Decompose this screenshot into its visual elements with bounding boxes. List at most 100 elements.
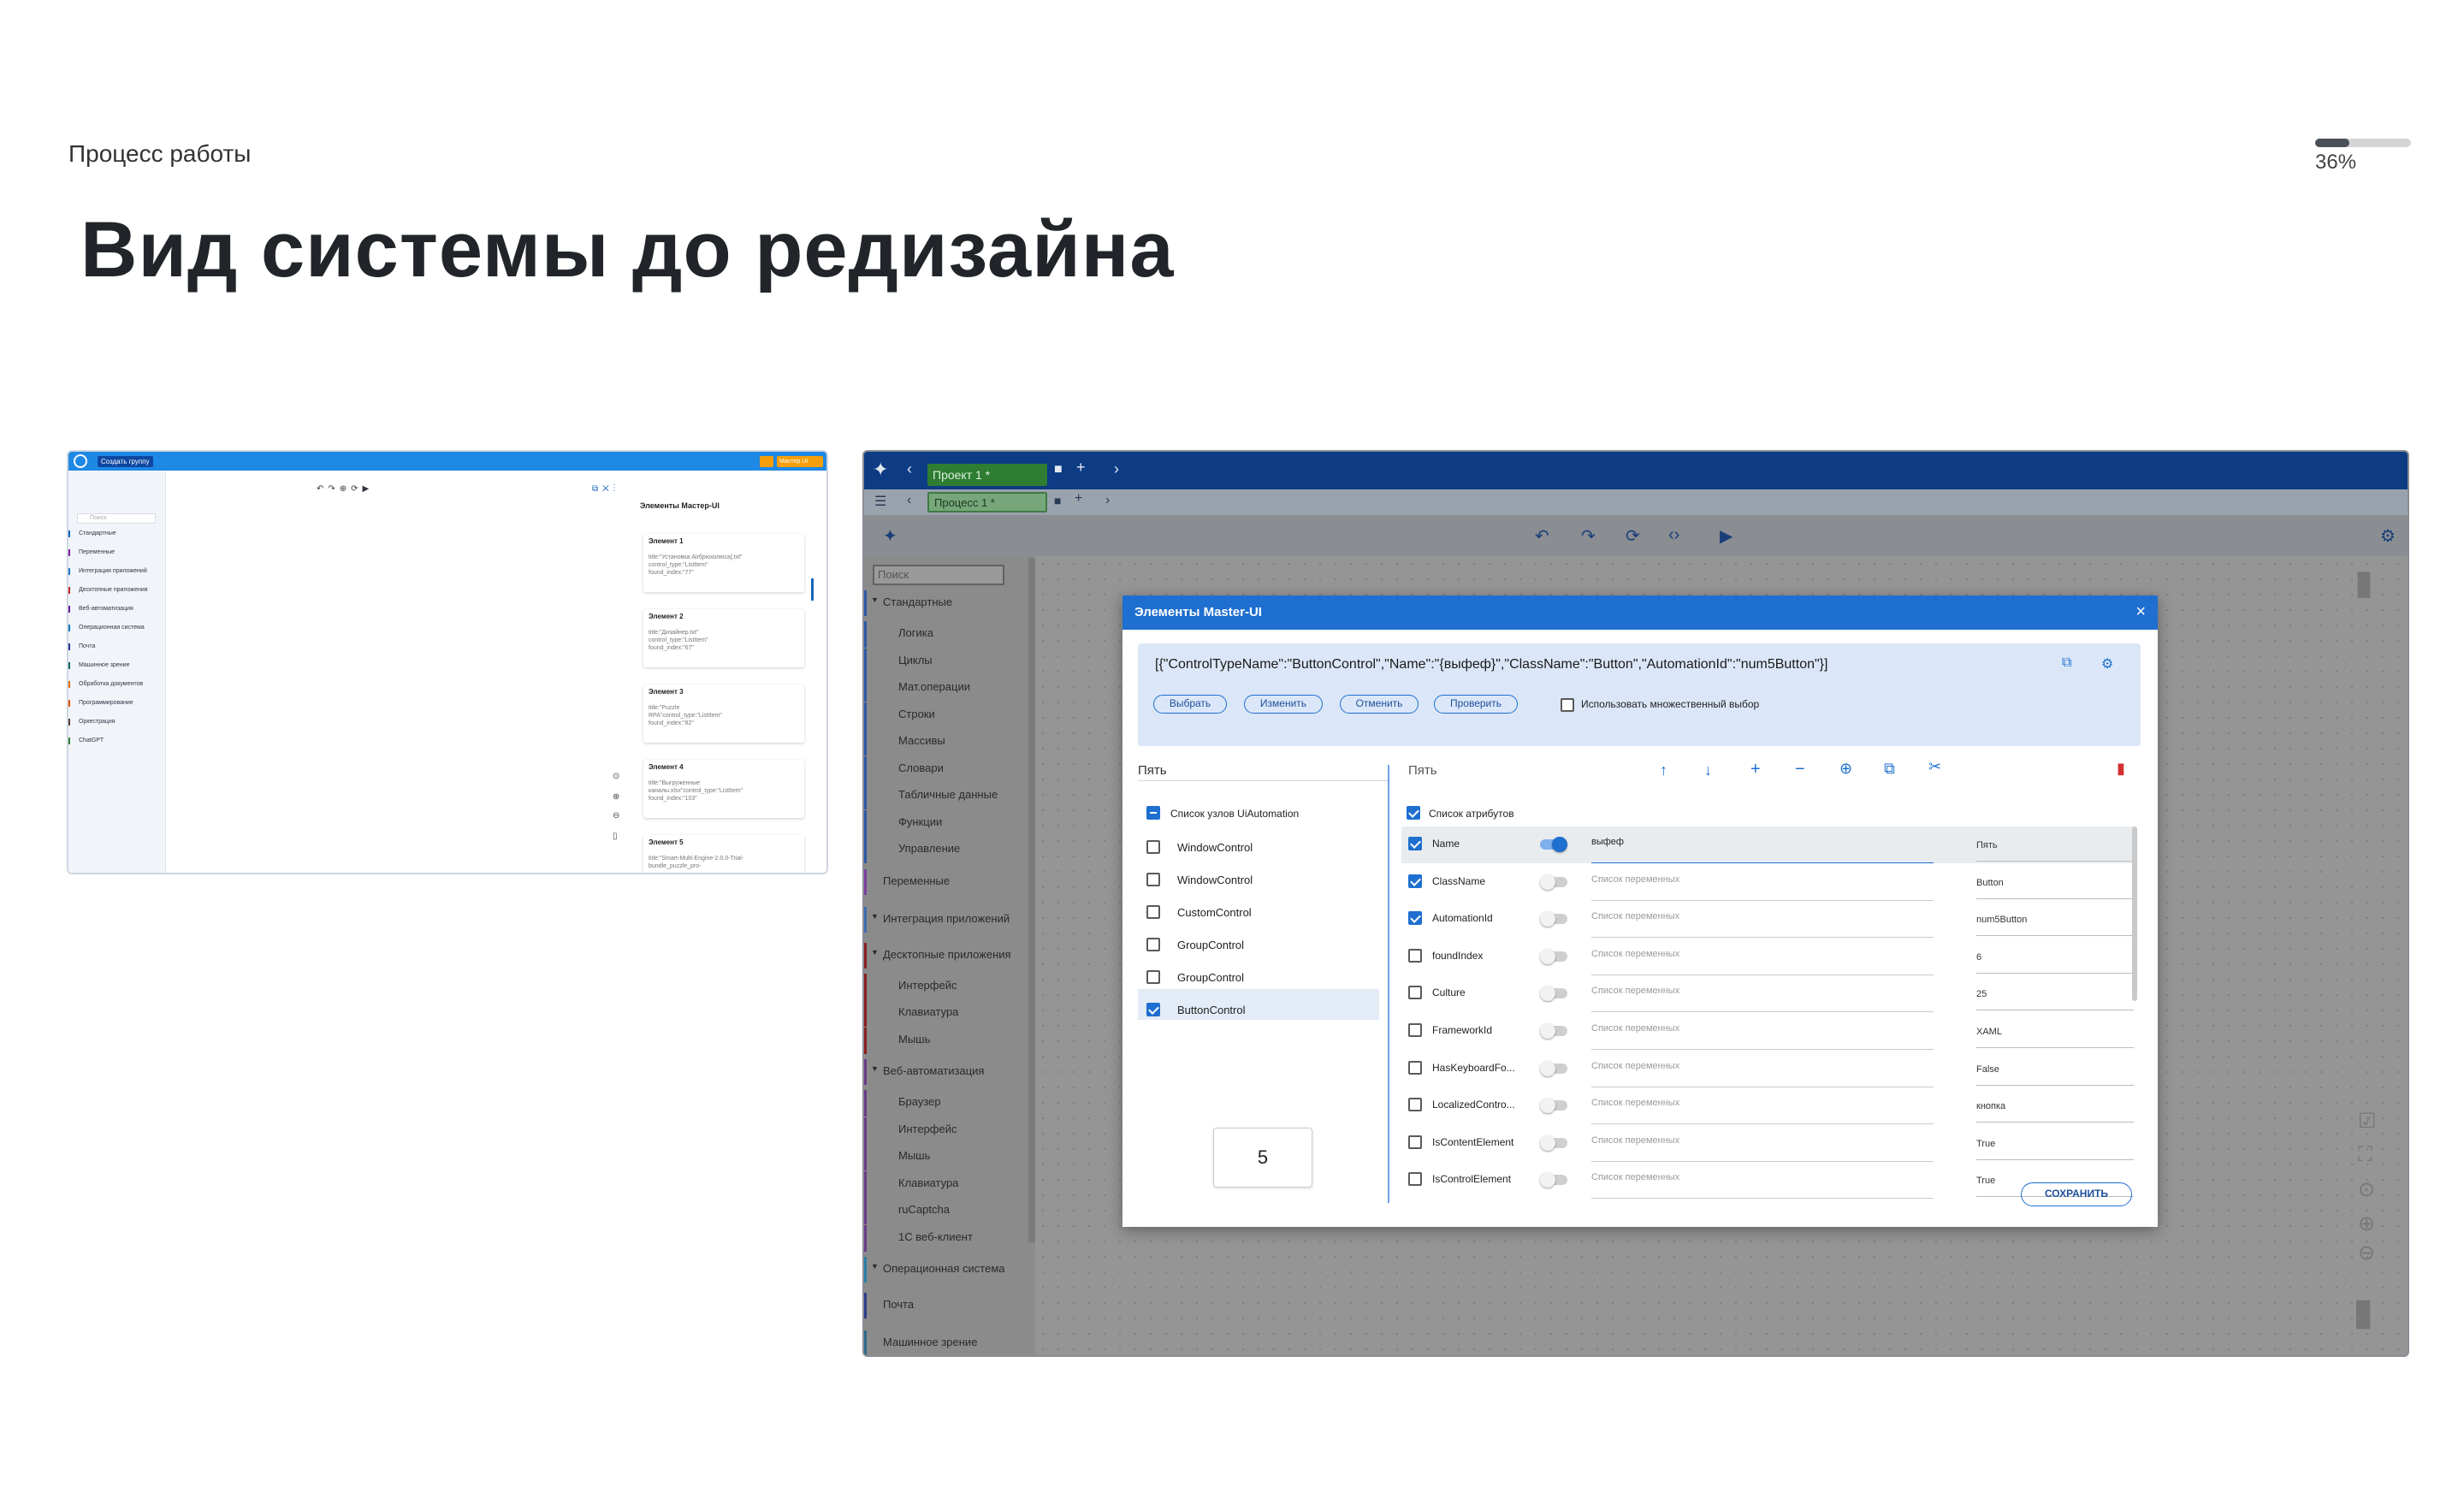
toolbar-icons[interactable]: ↶↷⊕⟳▶	[317, 484, 373, 494]
plus-icon[interactable]: +	[1750, 760, 1761, 779]
attr-toggle[interactable]	[1540, 911, 1567, 927]
attr-checkbox[interactable]	[1408, 1060, 1422, 1075]
scissors-icon[interactable]: ✂	[1928, 758, 1941, 776]
chevron-left-icon[interactable]: ‹	[907, 493, 911, 508]
sidebar-item[interactable]: Обработка документов	[75, 681, 143, 687]
node-checkbox[interactable]	[1146, 938, 1160, 951]
sidebar-item[interactable]: Интерфейс	[898, 979, 957, 992]
sidebar-item[interactable]: Управление	[898, 842, 960, 855]
sidebar-item[interactable]: Почта	[883, 1298, 914, 1311]
search-input[interactable]: Поиск	[873, 565, 1004, 585]
sidebar-item[interactable]: Логика	[898, 626, 933, 639]
nodes-all-checkbox[interactable]	[1146, 806, 1160, 820]
sidebar-item[interactable]: ruCaptcha	[898, 1203, 950, 1216]
sidebar-item[interactable]: Интерфейс	[898, 1123, 957, 1135]
zoom-in-icon[interactable]: ⊕	[2358, 1212, 2375, 1236]
node-label[interactable]: WindowControl	[1177, 841, 1253, 854]
sidebar-item[interactable]: Машинное зрение	[883, 1336, 977, 1348]
attr-toggle[interactable]	[1540, 1135, 1567, 1151]
multi-select-checkbox[interactable]	[1561, 698, 1574, 712]
expand-caret-icon[interactable]: ▼	[871, 948, 879, 957]
zoom-out-icon[interactable]: ⊖	[2358, 1241, 2375, 1265]
target-icon[interactable]: ⊙	[613, 772, 619, 781]
attr-toggle[interactable]	[1540, 1172, 1567, 1188]
attr-toggle[interactable]	[1540, 1023, 1567, 1039]
variable-field[interactable]: Список переменных	[1591, 1172, 1781, 1182]
add-icon[interactable]: +	[1075, 491, 1082, 507]
trash-icon[interactable]: ▯	[613, 832, 618, 841]
chevron-right-icon[interactable]: ›	[1105, 493, 1110, 508]
variable-field[interactable]: Список переменных	[1591, 1023, 1781, 1034]
delete-icon[interactable]: ▮	[2117, 760, 2125, 778]
variable-field[interactable]: Список переменных	[1591, 949, 1781, 959]
node-label[interactable]: GroupControl	[1177, 939, 1244, 951]
sidebar-item[interactable]: Мат.операции	[898, 680, 970, 693]
element-card[interactable]: Элемент 2 title:"Дизайнер.txt" control_typ…	[643, 609, 804, 667]
menu-icon[interactable]: ☰	[874, 493, 886, 510]
attr-toggle[interactable]	[1540, 1098, 1567, 1114]
target-icon[interactable]: ⊕	[1839, 760, 1852, 778]
attr-checkbox[interactable]	[1408, 1098, 1422, 1112]
sidebar-item[interactable]: Клавиатура	[898, 1005, 958, 1018]
tab-project[interactable]: Проект 1 *	[927, 464, 1047, 486]
expand-caret-icon[interactable]: ▼	[871, 1262, 879, 1271]
variable-field[interactable]: Список переменных	[1591, 874, 1781, 885]
fullscreen-icon[interactable]: ⛶	[2358, 1143, 2372, 1167]
add-icon[interactable]: +	[1076, 459, 1086, 477]
sidebar-scrollbar[interactable]	[1028, 558, 1035, 1242]
save-icon[interactable]: ■	[1054, 494, 1061, 507]
node-label[interactable]: WindowControl	[1177, 874, 1253, 886]
sidebar-item[interactable]: Интеграция приложений	[75, 568, 147, 574]
sidebar-item[interactable]: Десктопные приложения	[883, 948, 1011, 961]
play-icon[interactable]: ▶	[1720, 525, 1732, 547]
node-checkbox[interactable]	[1146, 970, 1160, 984]
variable-field[interactable]: Список переменных	[1591, 986, 1781, 996]
node-label[interactable]: CustomControl	[1177, 906, 1252, 919]
variable-field[interactable]: выфеф	[1591, 837, 1781, 847]
edit-button[interactable]: Изменить	[1244, 695, 1323, 714]
sidebar-item[interactable]: Переменные	[883, 874, 950, 887]
attr-toggle[interactable]	[1540, 874, 1567, 890]
selector-json[interactable]: [{"ControlTypeName":"ButtonControl","Nam…	[1155, 657, 1827, 672]
sidebar-item[interactable]: Стандартные	[75, 530, 116, 536]
sidebar-item[interactable]: Веб-автоматизация	[75, 606, 133, 612]
element-card[interactable]: Элемент 1 title:"Установка Airбрюхолюса].…	[643, 534, 804, 592]
attr-toggle[interactable]	[1540, 1060, 1567, 1076]
expand-caret-icon[interactable]: ▼	[871, 912, 879, 921]
zoom-out-icon[interactable]: ⊖	[613, 811, 619, 821]
variable-field[interactable]: Список переменных	[1591, 1098, 1781, 1108]
gear-icon[interactable]: ⚙	[2101, 655, 2113, 672]
element-card[interactable]: Элемент 4 title:"Выгруженные каналы.xlsx"c…	[643, 760, 804, 818]
panel-scrollbar[interactable]	[811, 578, 814, 601]
attr-checkbox[interactable]	[1408, 874, 1422, 888]
attrs-all-checkbox[interactable]	[1407, 806, 1420, 820]
check-button[interactable]: Проверить	[1434, 695, 1518, 714]
attr-toggle[interactable]	[1540, 948, 1567, 964]
sidebar-item[interactable]: Веб-автоматизация	[883, 1064, 984, 1077]
node-checkbox[interactable]	[1146, 905, 1160, 919]
attr-checkbox[interactable]	[1408, 986, 1422, 1000]
copy-icon[interactable]: ⧉	[2062, 655, 2071, 671]
sidebar-item[interactable]: Программирование	[75, 700, 133, 706]
toolbar-right-icons[interactable]: ⧉✕⋮	[592, 484, 619, 494]
bag-icon[interactable]: ▮	[2354, 563, 2373, 602]
sidebar-item[interactable]: Операционная система	[75, 625, 145, 631]
sidebar-item[interactable]: 1С веб-клиент	[898, 1230, 973, 1243]
node-label[interactable]: ButtonControl	[1177, 1004, 1246, 1016]
variable-field[interactable]: Список переменных	[1591, 1061, 1781, 1071]
select-button[interactable]: Выбрать	[1153, 695, 1227, 714]
chevron-left-icon[interactable]: ‹	[907, 460, 912, 478]
sidebar-item[interactable]: Мышь	[898, 1149, 930, 1162]
attr-checkbox[interactable]	[1408, 911, 1422, 926]
attr-toggle[interactable]	[1540, 837, 1567, 852]
arrow-up-icon[interactable]: ↑	[1660, 761, 1667, 779]
sidebar-item[interactable]: Браузер	[898, 1095, 941, 1108]
sidebar-item[interactable]: Машинное зрение	[75, 662, 129, 668]
create-group-button[interactable]: Создать группу	[98, 456, 153, 467]
sidebar-item[interactable]: Десктопные приложения	[75, 587, 148, 593]
attr-checkbox[interactable]	[1408, 1135, 1422, 1149]
node-checkbox[interactable]	[1146, 840, 1160, 854]
save-button[interactable]: СОХРАНИТЬ	[2021, 1182, 2132, 1206]
attr-toggle[interactable]	[1540, 986, 1567, 1002]
node-checkbox[interactable]	[1146, 1003, 1160, 1016]
